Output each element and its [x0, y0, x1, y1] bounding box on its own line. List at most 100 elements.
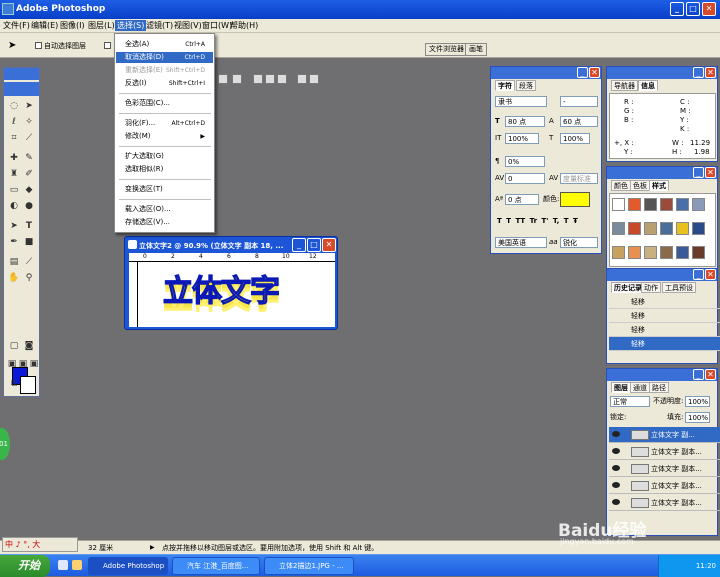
dodge-tool-icon[interactable]: ● [23, 200, 35, 212]
align-icon[interactable] [232, 74, 242, 84]
tab-history[interactable]: 历史记录 [611, 282, 645, 293]
menu-item-inverse[interactable]: 反选(I) Shift+Ctrl+I [116, 78, 213, 89]
hand-tool-icon[interactable]: ✋ [8, 272, 20, 284]
notes-tool-icon[interactable]: ▤ [8, 256, 20, 268]
tab-tool-presets[interactable]: 工具预设 [662, 282, 696, 293]
menu-item-load-selection[interactable]: 载入选区(O)... [116, 204, 213, 215]
layer-row[interactable]: 立体文字 副本... [609, 444, 720, 460]
brush-tool-icon[interactable]: ✎ [23, 152, 35, 164]
start-button[interactable]: 开始 [0, 555, 50, 577]
path-selection-tool-icon[interactable]: ➤ [8, 220, 20, 232]
tab-layers[interactable]: 图层 [611, 382, 631, 393]
leading-field[interactable]: 60 点 [560, 116, 598, 127]
eraser-tool-icon[interactable]: ▭ [8, 184, 20, 196]
layer-row[interactable]: 立体文字 副本... [609, 461, 720, 477]
zoom-tool-icon[interactable]: ⚲ [23, 272, 35, 284]
style-swatch[interactable] [676, 222, 689, 235]
kerning-metric-select[interactable]: 度量标准 [560, 173, 598, 184]
menu-item-save-selection[interactable]: 存储选区(V)... [116, 217, 213, 228]
tab-character[interactable]: 字符 [495, 80, 515, 91]
vertical-scale-field[interactable]: 100% [505, 133, 539, 144]
tab-info[interactable]: 信息 [638, 80, 658, 91]
panel-close-button[interactable]: ✕ [705, 369, 716, 380]
layer-row[interactable]: 立体文字 副本... [609, 478, 720, 494]
magic-wand-tool-icon[interactable]: ✧ [23, 116, 35, 128]
distribute-icon[interactable] [265, 74, 275, 84]
distribute-icon[interactable] [277, 74, 287, 84]
menu-filter[interactable]: 滤镜(T) [146, 20, 173, 31]
panel-close-button[interactable]: ✕ [705, 167, 716, 178]
history-item[interactable]: 轻移 [609, 323, 720, 337]
tab-file-browser[interactable]: 文件浏览器 [425, 43, 468, 56]
background-color-swatch[interactable] [20, 376, 36, 394]
style-swatch[interactable] [612, 222, 625, 235]
lasso-tool-icon[interactable]: ℓ [8, 116, 20, 128]
eye-icon[interactable] [612, 448, 620, 454]
eye-icon[interactable] [612, 431, 620, 437]
history-item[interactable]: 轻移 [609, 309, 720, 323]
tab-navigator[interactable]: 导航器 [611, 80, 638, 91]
blur-tool-icon[interactable]: ◐ [8, 200, 20, 212]
menu-item-transform-selection[interactable]: 变换选区(T) [116, 184, 213, 195]
style-swatch[interactable] [628, 222, 641, 235]
task-photoshop[interactable]: Adobe Photoshop [88, 557, 168, 575]
menu-item-grow[interactable]: 扩大选取(G) [116, 151, 213, 162]
document-canvas[interactable]: 0 2 4 6 8 10 12 立体文字 [129, 253, 335, 327]
menu-item-feather[interactable]: 羽化(F)... Alt+Ctrl+D [116, 118, 213, 129]
tab-swatches[interactable]: 色板 [630, 180, 650, 191]
tab-styles[interactable]: 样式 [649, 180, 669, 191]
tab-brushes[interactable]: 画笔 [465, 43, 487, 56]
menu-select[interactable]: 选择(S) [115, 20, 147, 31]
style-swatch[interactable] [692, 222, 705, 235]
tab-paragraph[interactable]: 段落 [516, 80, 536, 91]
minimize-button[interactable]: _ [670, 2, 684, 16]
style-swatch[interactable] [660, 222, 673, 235]
style-swatch[interactable] [692, 246, 705, 259]
screen-mode-icon[interactable]: ▣ [28, 358, 40, 370]
maximize-button[interactable]: □ [686, 2, 700, 16]
jump-to-imageready-icon[interactable]: ⧉ [8, 378, 20, 390]
antialias-select[interactable]: 锐化 [560, 237, 598, 248]
font-style-select[interactable]: - [560, 96, 598, 107]
menu-image[interactable]: 图像(I) [60, 20, 85, 31]
auto-select-checkbox[interactable] [35, 42, 42, 49]
distribute-icon[interactable] [309, 74, 319, 84]
style-swatch[interactable] [660, 198, 673, 211]
paint-bucket-tool-icon[interactable]: ◆ [23, 184, 35, 196]
task-browser[interactable]: 汽车 江港_百度图... [172, 557, 260, 575]
font-family-select[interactable]: 隶书 [495, 96, 547, 107]
menu-view[interactable]: 视图(V) [174, 20, 202, 31]
menu-item-color-range[interactable]: 色彩范围(C)... [116, 98, 213, 109]
move-tool-icon[interactable]: ➤ [23, 100, 35, 112]
rectangle-tool-icon[interactable]: ■ [23, 236, 35, 248]
kerning-field[interactable]: 0 [505, 173, 545, 184]
panel-minimize-button[interactable]: _ [693, 369, 704, 380]
menu-help[interactable]: 帮助(H) [230, 20, 258, 31]
font-size-field[interactable]: 80 点 [505, 116, 545, 127]
menu-window[interactable]: 窗口(W) [202, 20, 232, 31]
menu-item-similar[interactable]: 选取相似(R) [116, 164, 213, 175]
align-icon[interactable] [218, 74, 228, 84]
menu-item-modify[interactable]: 修改(M) ▶ [116, 131, 213, 142]
eye-icon[interactable] [612, 499, 620, 505]
marquee-tool-icon[interactable]: ◌ [8, 100, 20, 112]
panel-close-button[interactable]: ✕ [705, 269, 716, 280]
distribute-icon[interactable] [297, 74, 307, 84]
horizontal-scale-field[interactable]: 100% [560, 133, 590, 144]
menu-item-select-all[interactable]: 全选(A) Ctrl+A [116, 39, 213, 50]
type-tool-icon[interactable]: T [23, 220, 35, 232]
text-style-buttons[interactable]: T T TT Tr T' T, T Ŧ [497, 217, 597, 227]
panel-minimize-button[interactable]: _ [693, 67, 704, 78]
style-swatch[interactable] [644, 246, 657, 259]
tab-actions[interactable]: 动作 [641, 282, 661, 293]
style-swatch[interactable] [660, 246, 673, 259]
menu-item-deselect[interactable]: 取消选择(D) Ctrl+D [116, 52, 213, 63]
language-select[interactable]: 美国英语 [495, 237, 547, 248]
layer-row[interactable]: 立体文字 副本... [609, 495, 720, 511]
menu-file[interactable]: 文件(F) [3, 20, 30, 31]
adobe-online-icon[interactable] [4, 82, 39, 96]
blend-mode-select[interactable]: 正常 [610, 396, 650, 407]
panel-minimize-button[interactable]: _ [577, 67, 588, 78]
text-color-swatch[interactable] [560, 192, 590, 207]
doc-minimize-button[interactable]: _ [292, 238, 306, 252]
